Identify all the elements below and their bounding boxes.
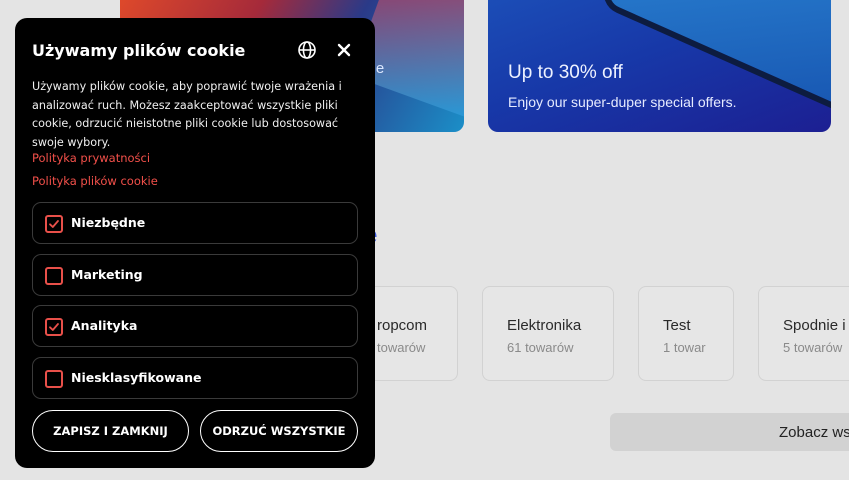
banner-subtitle: Enjoy our super-duper special offers. (508, 94, 737, 110)
category-count: 1 towar (663, 340, 706, 355)
category-count: 61 towarów (507, 340, 574, 355)
checkbox[interactable] (45, 215, 63, 233)
category-count: 5 towarów (783, 340, 843, 355)
reject-all-button[interactable]: ODRZUĆ WSZYSTKIE (200, 410, 358, 452)
cookie-consent-dialog: Używamy plików cookie Używamy plików coo… (15, 18, 375, 468)
category-card[interactable]: Test 1 towar (638, 286, 734, 381)
cookie-option-necessary[interactable]: Niezbędne (32, 202, 358, 244)
privacy-policy-link[interactable]: Polityka prywatności (32, 151, 150, 165)
category-count: towarów (377, 340, 426, 355)
see-all-button[interactable]: Zobacz wsz (610, 413, 849, 451)
cookie-policy-link[interactable]: Polityka plików cookie (32, 174, 158, 188)
category-name: ropcom (377, 317, 428, 334)
category-name: Elektronika (507, 317, 582, 334)
category-name: Spodnie i (783, 317, 846, 334)
promo-banner-discount[interactable]: Up to 30% off Enjoy our super-duper spec… (488, 0, 831, 132)
close-icon[interactable] (334, 40, 354, 60)
cookie-option-marketing[interactable]: Marketing (32, 254, 358, 296)
checkbox[interactable] (45, 267, 63, 285)
checkbox[interactable] (45, 370, 63, 388)
option-label: Analityka (71, 318, 138, 333)
cookie-option-analytics[interactable]: Analityka (32, 305, 358, 347)
category-card[interactable]: Elektronika 61 towarów (482, 286, 614, 381)
option-label: Niezbędne (71, 215, 146, 230)
option-label: Marketing (71, 267, 143, 282)
dialog-title: Używamy plików cookie (32, 41, 246, 60)
see-all-label: Zobacz wsz (779, 424, 849, 441)
cookie-option-unclassified[interactable]: Niesklasyfikowane (32, 357, 358, 399)
globe-icon[interactable] (297, 40, 317, 60)
category-name: Test (663, 317, 691, 334)
checkbox[interactable] (45, 318, 63, 336)
dialog-description: Używamy plików cookie, aby poprawić twoj… (32, 80, 342, 149)
option-label: Niesklasyfikowane (71, 370, 202, 385)
category-card[interactable]: Spodnie i 5 towarów (758, 286, 849, 381)
save-and-close-button[interactable]: ZAPISZ I ZAMKNIJ (32, 410, 189, 452)
banner-title: Up to 30% off (508, 62, 623, 83)
